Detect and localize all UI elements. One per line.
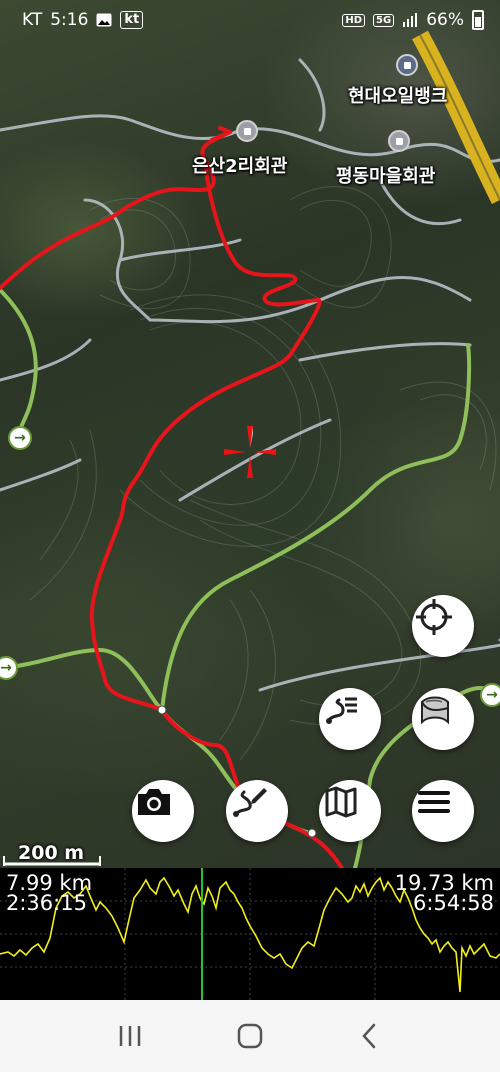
draw-route-icon [233,788,267,817]
map-layers-icon [421,696,449,725]
scale-label: 200 m [18,842,85,864]
network-badge: 5G [373,13,395,27]
menu-icon [418,791,450,813]
home-icon [237,1023,263,1049]
map-view[interactable]: 현대오일뱅크 은산2리회관 평동마을회관 → → → 200 m [0,0,500,868]
gas-station-icon[interactable] [396,54,418,76]
clock: 5:16 [50,10,89,30]
recent-apps-icon [119,1026,141,1046]
village-hall-1-icon[interactable] [236,120,258,142]
menu-button[interactable] [412,780,474,842]
village-hall-2-icon[interactable] [388,130,410,152]
status-bar: KT 5:16 kt HD 5G 66% [0,0,500,40]
trail-arrow-icon[interactable]: → [8,426,32,450]
map-button[interactable] [319,780,381,842]
system-nav-bar [0,1000,500,1072]
map-icon [325,786,357,818]
kt-badge: kt [120,11,144,29]
signal-icon [403,13,418,27]
camera-button[interactable] [132,780,194,842]
carrier-label: KT [22,10,43,30]
route-list-button[interactable] [319,688,381,750]
back-button[interactable] [340,1011,400,1061]
trail-arrow-icon[interactable]: → [480,683,500,707]
gas-station-label[interactable]: 현대오일뱅크 [348,82,447,108]
camera-icon [138,789,170,815]
route-list-icon [326,697,357,724]
locate-button[interactable] [412,595,474,657]
recent-apps-button[interactable] [100,1011,160,1061]
right-time: 6:54:58 [413,891,494,915]
layers-button[interactable] [412,688,474,750]
elevation-panel[interactable]: 7.99 km 2:36:15 19.73 km 6:54:58 [0,868,500,1000]
image-icon [96,13,112,27]
crosshair-locate-icon [416,599,452,635]
village-hall-2-label[interactable]: 평동마을회관 [336,162,435,188]
back-icon [362,1023,376,1049]
battery-icon [472,10,484,30]
village-hall-1-label[interactable]: 은산2리회관 [192,152,287,178]
home-button[interactable] [220,1011,280,1061]
hd-badge: HD [342,13,366,27]
battery-percent: 66% [426,10,464,30]
left-time: 2:36:15 [6,891,87,915]
draw-route-button[interactable] [226,780,288,842]
